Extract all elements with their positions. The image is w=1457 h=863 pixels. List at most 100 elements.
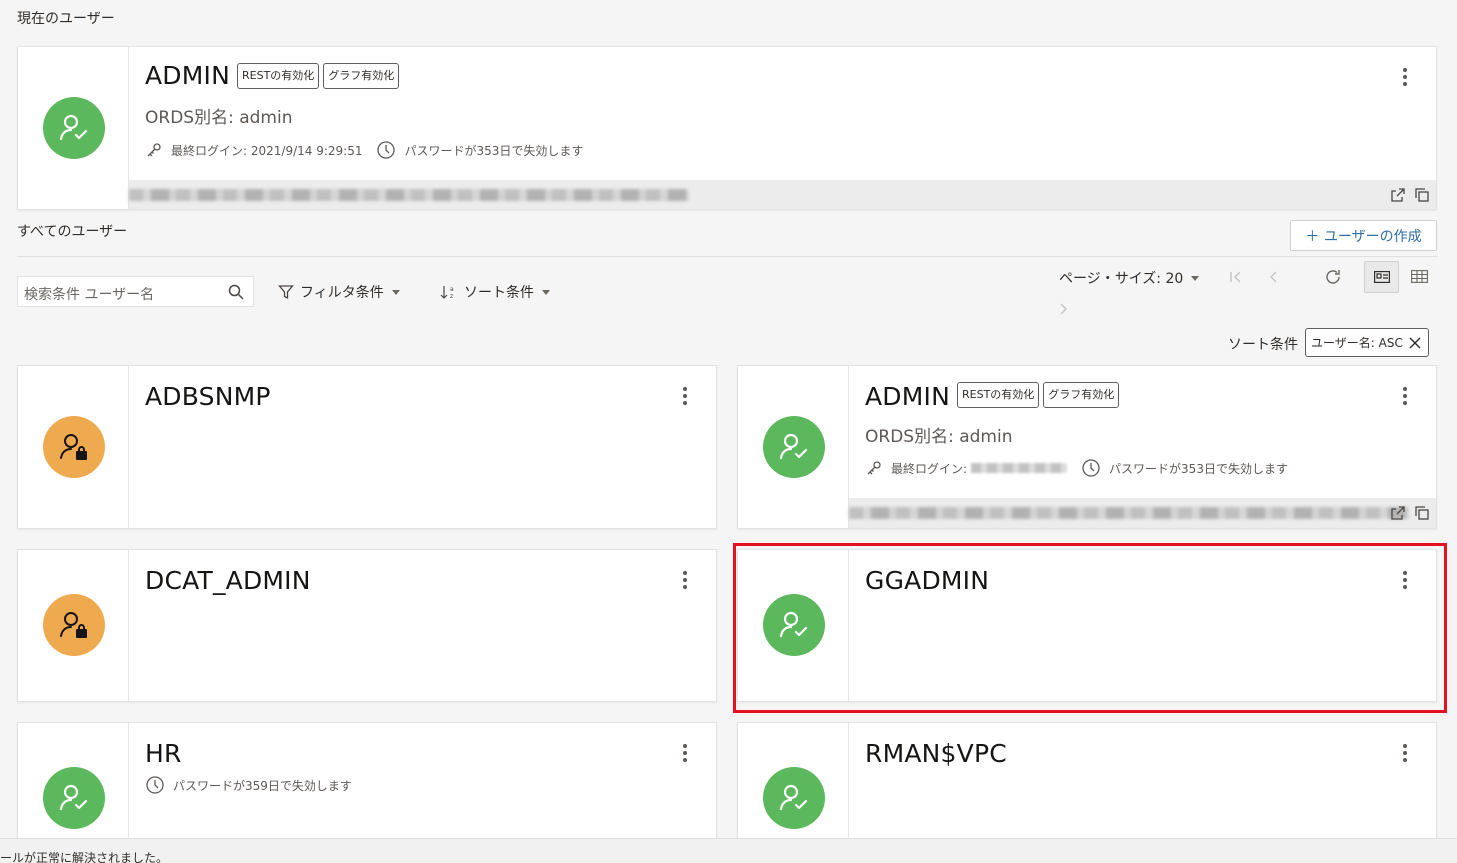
open-external-icon [1391, 188, 1405, 202]
close-icon[interactable] [1408, 336, 1422, 350]
section-divider [17, 256, 1437, 257]
active-user-avatar [763, 594, 825, 656]
user-name: DCAT_ADMIN [145, 566, 311, 595]
redacted-url [129, 189, 689, 201]
user-check-icon [779, 784, 808, 811]
user-name: ADBSNMP [145, 382, 271, 411]
active-user-avatar [763, 416, 825, 478]
current-user-badges: RESTの有効化 グラフ有効化 [233, 63, 400, 89]
sort-label: ソート条件 [464, 285, 534, 301]
current-user-card: ADMIN RESTの有効化 グラフ有効化 ORDS別名: admin 最終ログイ… [17, 46, 1437, 210]
user-check-icon [59, 114, 88, 141]
rest-enabled-badge: RESTの有効化 [957, 382, 1040, 408]
filter-caret-icon [391, 289, 400, 295]
sort-caret-icon [542, 289, 550, 295]
page-size-dropdown[interactable]: ページ・サイズ: 20 [1059, 268, 1200, 288]
password-expiry-text: パスワードが353日で失効します [404, 143, 584, 158]
user-actions-menu[interactable] [675, 743, 695, 763]
applied-sort-label: ソート条件 [1228, 337, 1298, 353]
first-page-icon[interactable] [1228, 269, 1244, 285]
clock-icon [377, 141, 396, 159]
last-login-text: 最終ログイン: [891, 461, 968, 476]
redacted-url [849, 507, 1409, 519]
svg-text:a: a [450, 286, 454, 293]
current-user-section-title: 現在のユーザー [17, 11, 115, 27]
search-icon [228, 284, 244, 300]
rest-enabled-badge: RESTの有効化 [237, 63, 320, 89]
user-card-dcat-admin[interactable]: DCAT_ADMIN [17, 549, 717, 702]
previous-page-icon[interactable] [1265, 269, 1281, 285]
svg-text:z: z [450, 293, 453, 300]
key-icon [867, 461, 881, 475]
avatar-column [18, 550, 129, 701]
status-bar: ールが正常に解決されました。 [0, 838, 1457, 863]
refresh-icon[interactable] [1324, 268, 1342, 286]
user-actions-menu[interactable] [1395, 570, 1415, 590]
card-view-toggle[interactable] [1364, 261, 1399, 293]
table-view-icon[interactable] [1411, 270, 1428, 283]
user-card-adbsnmp[interactable]: ADBSNMP [17, 365, 717, 529]
status-message[interactable]: ールが正常に解決されました。 [0, 849, 168, 863]
current-user-alias: ORDS別名: admin [145, 108, 293, 128]
filter-icon [278, 285, 294, 300]
redacted-login-time [971, 463, 1068, 473]
user-name: HR [145, 739, 182, 768]
key-icon [147, 143, 161, 157]
open-external-icon [1391, 506, 1405, 520]
active-user-avatar [763, 767, 825, 829]
copy-icon [1415, 506, 1429, 520]
password-expiry-text: パスワードが353日で失効します [1109, 461, 1288, 476]
copy-icon [1415, 188, 1429, 202]
user-actions-menu[interactable] [675, 570, 695, 590]
all-users-section-title: すべてのユーザー [17, 224, 128, 240]
create-user-button[interactable]: ＋ ユーザーの作成 [1290, 220, 1437, 251]
avatar-column [738, 550, 849, 701]
current-user-meta: 最終ログイン: 2021/9/14 9:29:51 パスワードが353日で失効し… [145, 140, 583, 160]
page-size-caret-icon [1191, 275, 1200, 281]
user-lock-icon [60, 434, 87, 460]
filter-label: フィルタ条件 [300, 285, 384, 301]
current-user-actions-menu[interactable] [1395, 67, 1415, 87]
graph-enabled-badge: グラフ有効化 [1043, 382, 1120, 408]
card-view-icon [1373, 271, 1390, 283]
filter-dropdown[interactable]: フィルタ条件 [278, 282, 400, 302]
locked-user-avatar [43, 594, 105, 656]
user-check-icon [59, 784, 88, 811]
password-expiry-text: パスワードが359日で失効します [173, 778, 352, 793]
user-alias: ORDS別名: admin [865, 427, 1013, 447]
page-size-label: ページ・サイズ: 20 [1059, 271, 1184, 287]
user-lock-icon [60, 612, 87, 638]
avatar-column [738, 366, 849, 528]
user-card-admin[interactable]: ADMIN RESTの有効化 グラフ有効化 ORDS別名: admin 最終ログイ… [737, 365, 1437, 529]
connection-url-bar [849, 498, 1436, 528]
last-login-text: 最終ログイン: 2021/9/14 9:29:51 [171, 143, 363, 158]
user-card-ggadmin[interactable]: GGADMIN [737, 549, 1437, 702]
connection-url-bar [129, 180, 1436, 209]
user-actions-menu[interactable] [1395, 386, 1415, 406]
avatar-column [18, 366, 129, 528]
graph-enabled-badge: グラフ有効化 [323, 63, 400, 89]
sort-chip: ユーザー名: ASC [1305, 328, 1429, 357]
sort-chip-label: ユーザー名: ASC [1311, 336, 1403, 350]
sort-dropdown[interactable]: az ソート条件 [440, 282, 550, 302]
user-meta: 最終ログイン: パスワードが353日で失効します [865, 458, 1288, 478]
user-actions-menu[interactable] [675, 386, 695, 406]
user-name: GGADMIN [865, 566, 990, 595]
user-badges: RESTの有効化 グラフ有効化 [953, 382, 1120, 408]
search-placeholder: 検索条件 ユーザー名 [24, 287, 155, 303]
user-meta: パスワードが359日で失効します [145, 775, 352, 795]
clock-icon [146, 776, 164, 794]
active-user-avatar [43, 97, 105, 159]
active-user-avatar [43, 767, 105, 829]
avatar-column [18, 47, 129, 209]
clock-icon [1082, 459, 1100, 477]
search-input[interactable]: 検索条件 ユーザー名 [17, 276, 254, 307]
user-name: RMAN$VPC [865, 739, 1007, 768]
user-check-icon [779, 611, 808, 638]
user-actions-menu[interactable] [1395, 743, 1415, 763]
next-page-icon[interactable] [1056, 301, 1072, 317]
user-check-icon [779, 433, 808, 460]
locked-user-avatar [43, 416, 105, 478]
current-user-name: ADMIN [145, 61, 230, 90]
user-name: ADMIN [865, 382, 950, 411]
